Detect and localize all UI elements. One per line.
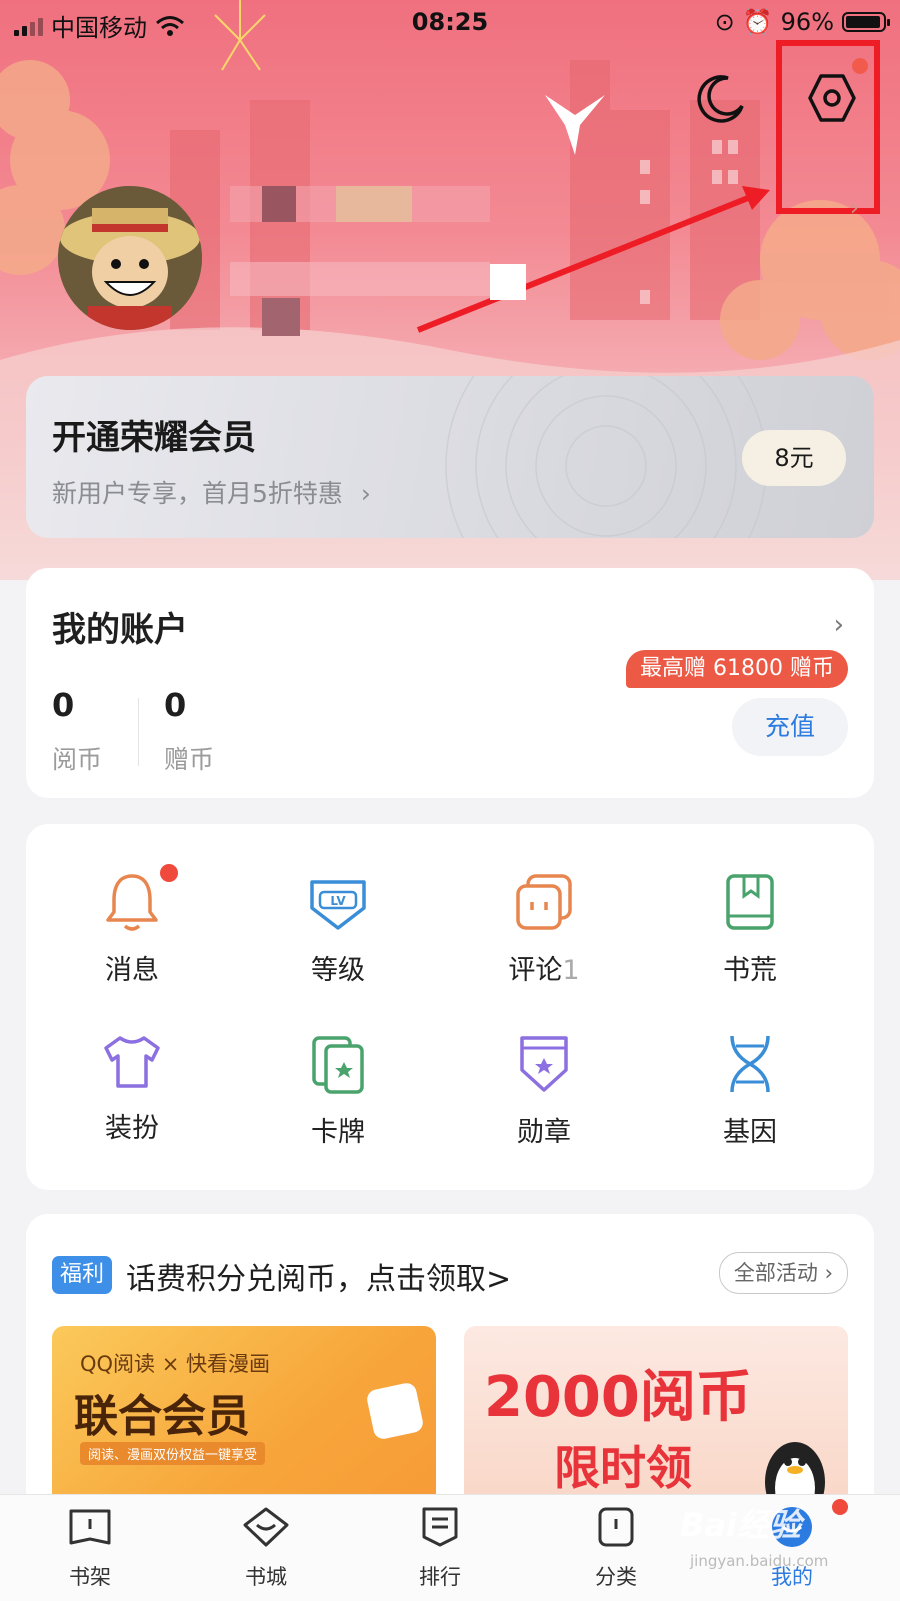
grid-label: 装扮 [105, 1113, 159, 1144]
shirt-icon [104, 1036, 160, 1088]
tab-bookstore[interactable]: 书城 [216, 1505, 316, 1591]
account-card[interactable]: 我的账户 › 0 阅币 0 赠币 最高赠 61800 赠币 充值 [26, 568, 874, 798]
banner1-line3: 阅读、漫画双份权益一键享受 [80, 1442, 266, 1465]
level-icon: LV [310, 880, 366, 930]
grid-item-dressup[interactable]: 装扮 [32, 1032, 232, 1145]
tab-label: 分类 [595, 1565, 637, 1589]
medal-icon [520, 1036, 568, 1092]
category-icon [598, 1507, 634, 1547]
divider [138, 698, 139, 766]
grid-label: 评论1 [508, 955, 580, 986]
avatar[interactable] [58, 186, 202, 330]
grid-label: 等级 [311, 955, 365, 986]
grid-item-level[interactable]: LV 等级 [238, 870, 438, 987]
night-mode-icon[interactable] [694, 72, 746, 124]
bell-icon [106, 874, 158, 931]
watermark-url: jingyan.baidu.com [690, 1552, 829, 1570]
gift-coins-label: 赠币 [164, 745, 215, 774]
app-logo-icon [365, 1381, 425, 1441]
alarm-icon: ⏰ [742, 8, 773, 36]
svg-text:LV: LV [330, 894, 346, 908]
grid-item-book-drought[interactable]: 书荒 [650, 870, 850, 987]
welfare-title[interactable]: 话费积分兑阅币，点击领取> [126, 1254, 511, 1298]
tab-label: 排行 [419, 1565, 461, 1589]
battery-percent: 96% [780, 8, 834, 36]
dna-icon [730, 1035, 770, 1093]
welfare-tag: 福利 [52, 1256, 113, 1294]
grid-label: 基因 [723, 1117, 777, 1148]
vip-title: 开通荣耀会员 [52, 418, 256, 458]
vip-subtitle: 新用户专享，首月5折特惠 › [52, 479, 371, 508]
rotation-lock-icon: ⊙ [714, 8, 735, 36]
grid-item-cards[interactable]: 卡牌 [238, 1032, 438, 1149]
bookstore-icon [243, 1507, 289, 1547]
all-activities-button[interactable]: 全部活动 › [718, 1252, 848, 1294]
banner1-line2: 联合会员 [74, 1391, 250, 1442]
tab-ranking[interactable]: 排行 [390, 1505, 490, 1591]
grid-item-genes[interactable]: 基因 [650, 1032, 850, 1149]
comment-icon [516, 874, 572, 930]
banner2-line2: 限时领 [554, 1441, 692, 1495]
book-icon [726, 874, 774, 930]
recharge-button[interactable]: 充值 [732, 698, 848, 756]
comment-count: 1 [562, 955, 580, 986]
account-title: 我的账户 [52, 610, 188, 650]
ranking-icon [422, 1507, 458, 1547]
read-coins-label: 阅币 [52, 745, 103, 774]
status-bar: 中国移动 08:25 ⊙ ⏰ 96% [0, 0, 900, 48]
highlight-box [776, 40, 880, 214]
gift-coins-value: 0 [164, 686, 187, 724]
tab-bookshelf[interactable]: 书架 [40, 1505, 140, 1591]
grid-item-comments[interactable]: 评论1 [444, 870, 644, 987]
tab-label: 书架 [69, 1565, 111, 1589]
banner1-line1: QQ阅读 × 快看漫画 [80, 1352, 271, 1376]
grid-label: 卡牌 [311, 1117, 365, 1148]
feature-grid: 消息 LV 等级 评论1 书荒 装扮 卡牌 勋章 基因 [26, 824, 874, 1190]
grid-label: 消息 [105, 955, 159, 986]
vip-price-button[interactable]: 8元 [742, 430, 846, 486]
avatar-image [58, 186, 202, 330]
watermark-logo: Bai经验 [680, 1506, 801, 1544]
vip-card[interactable]: 开通荣耀会员 新用户专享，首月5折特惠 › 8元 [26, 376, 874, 538]
read-coins-value: 0 [52, 686, 75, 724]
battery-icon [842, 12, 890, 32]
promo-badge: 最高赠 61800 赠币 [626, 650, 848, 688]
tab-label: 书城 [245, 1565, 287, 1589]
profile-chevron-icon[interactable]: › [850, 196, 859, 221]
tab-category[interactable]: 分类 [566, 1505, 666, 1591]
card-icon [312, 1036, 364, 1094]
grid-label: 勋章 [517, 1117, 571, 1148]
grid-item-messages[interactable]: 消息 [32, 870, 232, 987]
messages-badge [160, 864, 178, 882]
bookshelf-icon [69, 1509, 111, 1545]
chevron-right-icon[interactable]: › [834, 610, 844, 640]
banner2-line1: 2000阅币 [484, 1365, 752, 1430]
grid-label: 书荒 [723, 955, 777, 986]
profile-tab-badge [832, 1499, 848, 1515]
grid-item-medals[interactable]: 勋章 [444, 1032, 644, 1149]
